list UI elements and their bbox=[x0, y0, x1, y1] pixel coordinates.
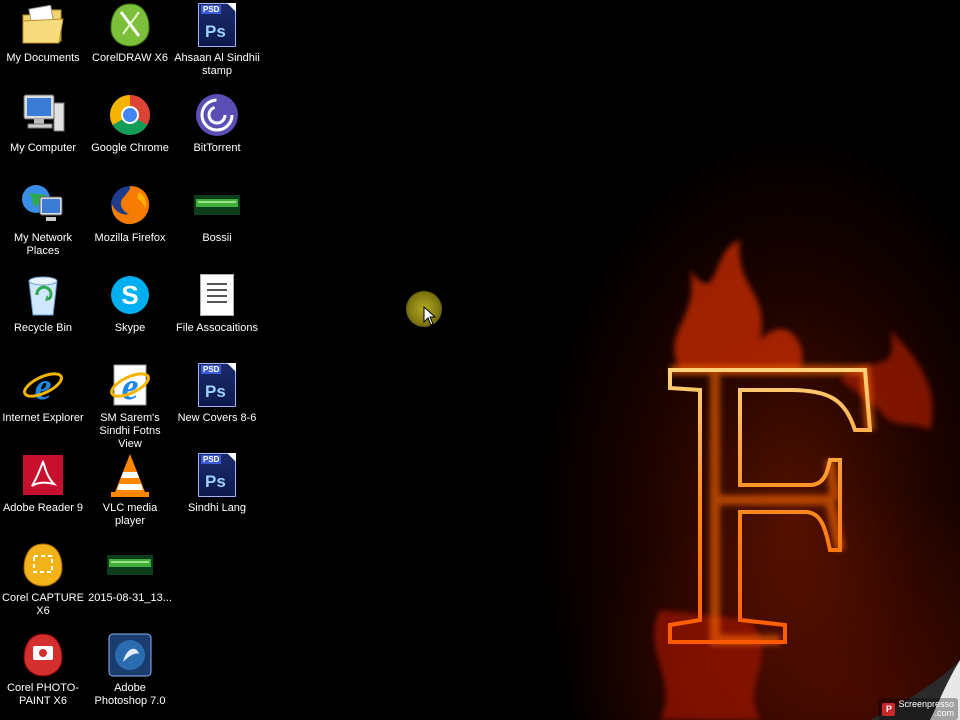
desktop-icon-label: Corel CAPTURE X6 bbox=[2, 592, 84, 617]
desktop-icon-label: My Network Places bbox=[13, 232, 73, 257]
corel-photopaint-icon bbox=[20, 632, 66, 678]
ie-shortcut-icon: e bbox=[107, 362, 153, 408]
svg-text:e: e bbox=[35, 366, 52, 407]
desktop-icon-label: Internet Explorer bbox=[2, 412, 84, 424]
fire-letter-wallpaper bbox=[654, 240, 933, 720]
photoshop-icon bbox=[107, 632, 153, 678]
desktop-icon-label: Adobe Photoshop 7.0 bbox=[94, 682, 166, 707]
desktop-icon-adobe-reader-9[interactable]: Adobe Reader 9 bbox=[0, 452, 86, 515]
desktop-icon-skype[interactable]: S Skype bbox=[87, 272, 173, 335]
desktop-icon-label: VLC media player bbox=[102, 502, 158, 527]
desktop-icon-coreldraw-x6[interactable]: CorelDRAW X6 bbox=[87, 2, 173, 65]
desktop-icon-my-network-places[interactable]: My Network Places bbox=[0, 182, 86, 258]
desktop-icon-label: Sindhi Lang bbox=[187, 502, 247, 514]
desktop-icon-adobe-photoshop-7-0[interactable]: Adobe Photoshop 7.0 bbox=[87, 632, 173, 708]
computer-icon bbox=[20, 92, 66, 138]
desktop-icon-label: Bossii bbox=[202, 232, 232, 244]
psd-file-icon: PSD Ps bbox=[194, 2, 240, 48]
desktop-icon-file-assocaitions[interactable]: File Assocaitions bbox=[174, 272, 260, 335]
bittorrent-icon bbox=[194, 92, 240, 138]
watermark-text: Screenpresso .com bbox=[898, 700, 954, 718]
desktop-icon-label: My Documents bbox=[6, 52, 80, 64]
image-file-icon bbox=[107, 542, 153, 588]
watermark-domain: .com bbox=[934, 708, 954, 718]
desktop-icon-internet-explorer[interactable]: e Internet Explorer bbox=[0, 362, 86, 425]
mouse-pointer-icon bbox=[423, 306, 437, 326]
recycle-bin-icon bbox=[20, 272, 66, 318]
desktop-icon-sm-sarem-s-sindhi-fotns-view[interactable]: e SM Sarem's Sindhi Fotns View bbox=[87, 362, 173, 451]
desktop-icon-vlc-media-player[interactable]: VLC media player bbox=[87, 452, 173, 528]
network-places-icon bbox=[20, 182, 66, 228]
desktop-icon-new-covers-8-6[interactable]: PSD Ps New Covers 8-6 bbox=[174, 362, 260, 425]
desktop-icon-label: CorelDRAW X6 bbox=[92, 52, 168, 64]
desktop-icon-bossii[interactable]: Bossii bbox=[174, 182, 260, 245]
desktop-icon-label: Adobe Reader 9 bbox=[2, 502, 84, 514]
desktop-icon-bittorrent[interactable]: BitTorrent bbox=[174, 92, 260, 155]
desktop-icon-label: BitTorrent bbox=[193, 142, 241, 154]
desktop-icon-label: New Covers 8-6 bbox=[177, 412, 257, 424]
adobe-reader-icon bbox=[20, 452, 66, 498]
desktop-icon-recycle-bin[interactable]: Recycle Bin bbox=[0, 272, 86, 335]
desktop-icon-label: Corel PHOTO-PAINT X6 bbox=[7, 682, 79, 707]
desktop-icon-google-chrome[interactable]: Google Chrome bbox=[87, 92, 173, 155]
desktop-icon-my-documents[interactable]: My Documents bbox=[0, 2, 86, 65]
desktop-icon-label: File Assocaitions bbox=[176, 322, 258, 334]
psd-file-icon: PSD Ps bbox=[194, 452, 240, 498]
desktop-icon-my-computer[interactable]: My Computer bbox=[0, 92, 86, 155]
desktop-icon-label: Mozilla Firefox bbox=[94, 232, 166, 244]
skype-icon: S bbox=[107, 272, 153, 318]
desktop-icon-label: SM Sarem's Sindhi Fotns View bbox=[99, 412, 161, 450]
desktop-icon-label: 2015-08-31_13... bbox=[88, 592, 172, 604]
folder-documents-icon bbox=[20, 2, 66, 48]
image-file-icon bbox=[194, 182, 240, 228]
firefox-icon bbox=[107, 182, 153, 228]
svg-text:S: S bbox=[121, 280, 138, 310]
desktop-icon-mozilla-firefox[interactable]: Mozilla Firefox bbox=[87, 182, 173, 245]
desktop-icon-label: Ahsaan Al Sindhii stamp bbox=[174, 52, 260, 77]
coreldraw-icon bbox=[107, 2, 153, 48]
screenpresso-watermark: P Screenpresso .com bbox=[878, 698, 958, 720]
desktop-icon-label: Recycle Bin bbox=[13, 322, 73, 334]
vlc-icon bbox=[107, 452, 153, 498]
internet-explorer-icon: e bbox=[20, 362, 66, 408]
chrome-icon bbox=[107, 92, 153, 138]
psd-file-icon: PSD Ps bbox=[194, 362, 240, 408]
desktop-icon-corel-capture-x6[interactable]: Corel CAPTURE X6 bbox=[0, 542, 86, 618]
desktop-icon-label: Google Chrome bbox=[91, 142, 169, 154]
desktop-icon-label: My Computer bbox=[9, 142, 77, 154]
desktop-icon-label: Skype bbox=[114, 322, 146, 334]
corel-capture-icon bbox=[20, 542, 66, 588]
desktop-icon-2015-08-31-13[interactable]: 2015-08-31_13... bbox=[87, 542, 173, 605]
text-file-icon bbox=[194, 272, 240, 318]
desktop-icon-corel-photo-paint-x6[interactable]: Corel PHOTO-PAINT X6 bbox=[0, 632, 86, 708]
desktop-icon-sindhi-lang[interactable]: PSD Ps Sindhi Lang bbox=[174, 452, 260, 515]
screenpresso-logo-icon: P bbox=[882, 702, 896, 716]
svg-text:e: e bbox=[122, 366, 139, 407]
desktop-icon-ahsaan-al-sindhii-stamp[interactable]: PSD Ps Ahsaan Al Sindhii stamp bbox=[174, 2, 260, 78]
